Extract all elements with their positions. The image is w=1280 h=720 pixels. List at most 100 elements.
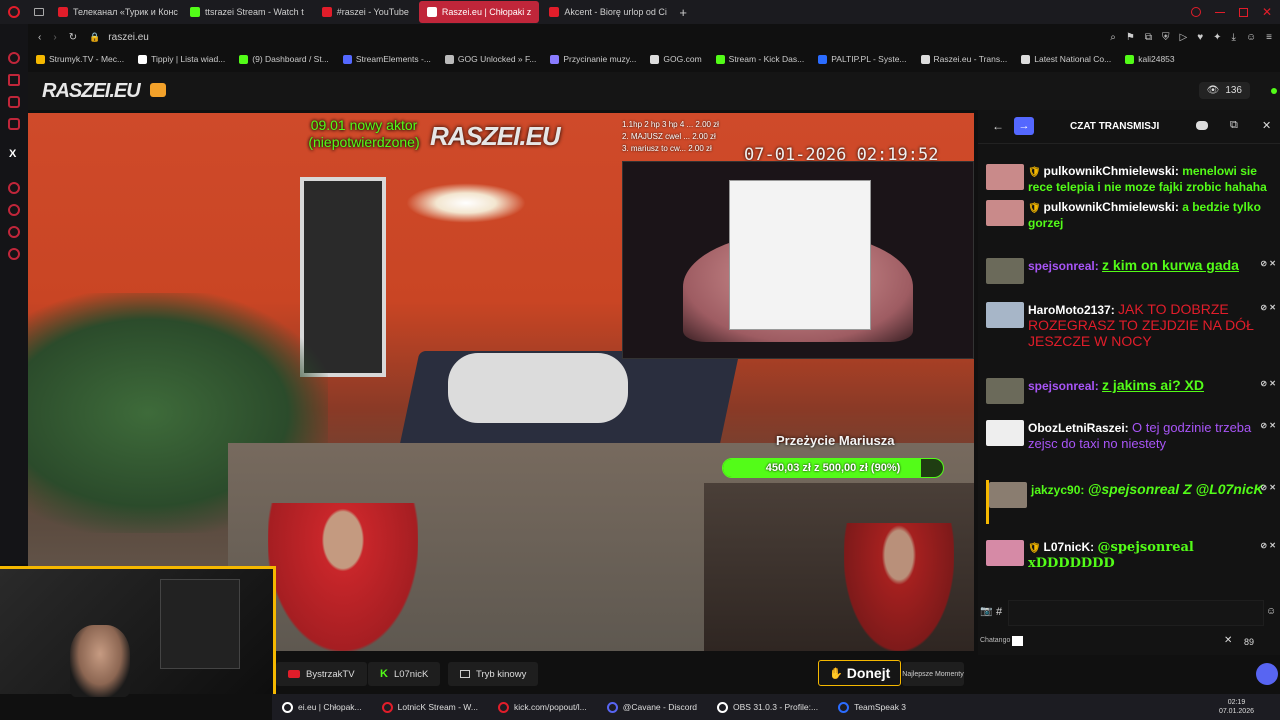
chat-message: HaroMoto2137: JAK TO DOBRZE ROZEGRASZ TO…: [986, 300, 1276, 360]
site-logo[interactable]: RASZEI.EU: [42, 80, 141, 103]
player-icon[interactable]: [8, 182, 20, 194]
camera-icon[interactable]: 📷: [980, 606, 992, 617]
avatar[interactable]: [986, 540, 1024, 566]
message-options-icon[interactable]: ⊘ ✕: [1260, 256, 1276, 271]
browser-tab-3[interactable]: Raszei.eu | Chłopaki z: [418, 1, 540, 23]
popout-icon[interactable]: ⧉: [1230, 119, 1238, 132]
messenger-icon[interactable]: [8, 96, 20, 108]
bookmark-item[interactable]: Przycinanie muzy...: [550, 54, 636, 64]
hashtag-icon[interactable]: #: [996, 606, 1002, 618]
bookmark-item[interactable]: StreamElements -...: [342, 54, 431, 64]
avatar[interactable]: [986, 258, 1024, 284]
browser-tab-4[interactable]: Akcent - Biorę urlop od Ci: [541, 1, 671, 23]
message-options-icon[interactable]: ⊘ ✕: [1260, 418, 1276, 433]
donor-3: 3. mariusz to cw... 2.00 zł: [622, 144, 712, 153]
bookmark-item[interactable]: Latest National Co...: [1021, 54, 1111, 64]
taskbar-item[interactable]: LotnicK Stream - W...: [372, 701, 488, 713]
new-tab-button[interactable]: +: [671, 5, 695, 20]
chat-username[interactable]: jakzyc90:: [1031, 483, 1084, 497]
settings-icon[interactable]: [8, 248, 20, 260]
zoom-icon[interactable]: ⌕: [1110, 32, 1116, 43]
x-icon[interactable]: X: [9, 148, 16, 160]
emoji-icon[interactable]: ☺: [1266, 606, 1276, 617]
browser-tab-2[interactable]: #raszei - YouTube: [314, 1, 417, 23]
chat-forward-button[interactable]: →: [1014, 117, 1034, 135]
extensions-icon[interactable]: [8, 226, 20, 238]
bookmark-item[interactable]: kali24853: [1125, 54, 1175, 64]
bystrzak-button[interactable]: BystrzakTV: [276, 662, 367, 686]
taskbar-item[interactable]: TeamSpeak 3: [828, 701, 916, 713]
chat-close-icon[interactable]: ✕: [1262, 119, 1271, 132]
taskbar-item[interactable]: ei.eu | Chłopak...: [272, 701, 372, 713]
message-options-icon[interactable]: ⊘ ✕: [1260, 538, 1276, 553]
bookmark-item[interactable]: Tippiy | Lista wiad...: [138, 54, 225, 64]
search-tabs-icon[interactable]: [1190, 7, 1201, 17]
url-field[interactable]: raszei.eu: [108, 32, 149, 43]
taskbar-item[interactable]: kick.com/popout/l...: [488, 701, 597, 713]
avatar[interactable]: [986, 164, 1024, 190]
message-options-icon[interactable]: ⊘ ✕: [1260, 480, 1276, 495]
snapshot-icon[interactable]: ⧉: [1145, 32, 1152, 43]
bookmark-item[interactable]: PALTIP.PL - Syste...: [818, 54, 907, 64]
close-window-button[interactable]: ✕: [1262, 5, 1272, 19]
chat-back-icon[interactable]: ←: [992, 119, 1004, 133]
download-icon[interactable]: ⤓: [1232, 32, 1236, 43]
chat-input[interactable]: [1008, 600, 1264, 626]
bookmark-item[interactable]: GOG Unlocked » F...: [444, 54, 536, 64]
donate-button[interactable]: ✋ Donejt: [818, 660, 902, 686]
mute-icon[interactable]: ✕: [1224, 635, 1232, 646]
taskbar-item[interactable]: OBS 31.0.3 - Profile:...: [707, 701, 828, 713]
bookmark-item[interactable]: GOG.com: [650, 54, 702, 64]
bookmark-item[interactable]: (9) Dashboard / St...: [239, 54, 329, 64]
avatar[interactable]: [986, 420, 1024, 446]
bag-icon[interactable]: [8, 74, 20, 86]
chat-username[interactable]: ObozLetniRaszei:: [1028, 421, 1129, 435]
chat-username[interactable]: spejsonreal:: [1028, 379, 1099, 393]
site-badge-icon[interactable]: [150, 83, 166, 97]
browser-tab-1[interactable]: ttsrazei Stream - Watch t: [182, 1, 312, 23]
cinema-mode-button[interactable]: Tryb kinowy: [448, 662, 539, 686]
bookmark-item[interactable]: Strumyk.TV - Mec...: [36, 54, 124, 64]
chat-username[interactable]: L07nicK:: [1043, 540, 1094, 554]
bookmark-favicon-icon: [36, 54, 45, 64]
taskbar-clock[interactable]: 02:19 07.01.2026: [1219, 698, 1280, 716]
menu-icon[interactable]: ≡: [1266, 32, 1272, 43]
minimize-button[interactable]: [1214, 11, 1225, 13]
heart-icon[interactable]: ♥: [1197, 32, 1203, 43]
bookmark-favicon-icon: [650, 54, 660, 64]
chat-username[interactable]: spejsonreal:: [1028, 259, 1099, 273]
profile-icon[interactable]: ☺: [1246, 32, 1256, 43]
discord-floating-button[interactable]: [1256, 663, 1278, 685]
maximize-button[interactable]: [1238, 7, 1248, 17]
chat-username[interactable]: HaroMoto2137:: [1028, 303, 1115, 317]
message-options-icon[interactable]: ⊘ ✕: [1260, 376, 1276, 391]
bookmark-item[interactable]: Raszei.eu - Trans...: [920, 54, 1007, 64]
forward-icon[interactable]: ›: [53, 32, 56, 43]
message-options-icon[interactable]: ⊘ ✕: [1260, 300, 1276, 315]
lotnick-button[interactable]: K L07nicK: [368, 662, 441, 686]
discord-icon[interactable]: [1196, 121, 1208, 130]
chatango-label[interactable]: Chatango: [980, 637, 1010, 644]
chat-username[interactable]: pulkownikChmielewski:: [1043, 164, 1178, 178]
tab-list-icon[interactable]: [28, 0, 50, 24]
browser-tab-0[interactable]: Телеканал «Турик и Конс: [50, 1, 180, 23]
opera-menu-icon[interactable]: [0, 0, 28, 24]
reload-icon[interactable]: ↻: [69, 32, 77, 43]
chatango-icon[interactable]: [1012, 636, 1023, 646]
shield-icon[interactable]: ⛨: [1162, 32, 1170, 43]
top-moments-button[interactable]: Najlepsze Momenty: [902, 662, 964, 686]
avatar[interactable]: [986, 200, 1024, 226]
avatar[interactable]: [989, 482, 1027, 508]
play-icon[interactable]: ▷: [1179, 32, 1187, 43]
taskbar-item[interactable]: @Cavane - Discord: [597, 701, 707, 713]
bookmark-page-icon[interactable]: ⚑: [1126, 32, 1135, 43]
avatar[interactable]: [986, 302, 1024, 328]
puzzle-icon[interactable]: ✦: [1213, 32, 1221, 43]
back-icon[interactable]: ‹: [38, 32, 41, 43]
history-icon[interactable]: [8, 204, 20, 216]
chat-username[interactable]: pulkownikChmielewski:: [1043, 200, 1178, 214]
ai-icon[interactable]: [8, 52, 20, 64]
instagram-icon[interactable]: [8, 118, 20, 130]
bookmark-item[interactable]: Stream - Kick Das...: [715, 54, 804, 64]
avatar[interactable]: [986, 378, 1024, 404]
